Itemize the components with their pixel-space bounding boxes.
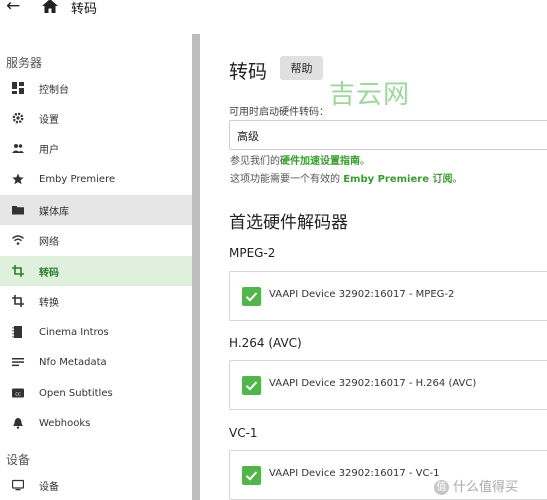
cc-icon: cc [12,387,24,399]
codec-title-mpeg2: MPEG-2 [229,246,276,260]
film-icon [12,326,24,338]
sidebar-item-library[interactable]: 媒体库 [0,195,192,225]
codec-title-h264: H.264 (AVC) [229,336,302,350]
sidebar-item-convert[interactable]: 转换 [0,286,192,316]
sidebar-item-nfo-metadata[interactable]: Nfo Metadata [0,347,192,377]
people-icon [12,142,24,154]
transcode-icon [12,265,24,277]
star-icon [12,173,24,185]
hw-transcode-select[interactable]: 高级 [229,120,547,150]
corner-watermark: 值什么值得买 [434,476,518,495]
sidebar-item-network[interactable]: 网络 [0,225,192,255]
sidebar-item-label: 设置 [39,114,59,126]
sidebar-item-settings[interactable]: 设置 [0,103,192,133]
checkbox-label: VAAPI Device 32902:16017 - MPEG-2 [269,289,455,300]
preferred-decoders-heading: 首选硬件解码器 [229,213,348,233]
checkbox-vc1[interactable] [242,466,261,485]
page-title: 转码 [229,61,268,83]
check-icon [245,381,258,391]
helper-text-guide: 参见我们的硬件加速设置指南。 [230,156,370,167]
sidebar-item-emby-premiere[interactable]: Emby Premiere [0,164,192,194]
checkbox-h264[interactable] [242,376,261,395]
sidebar-item-devices[interactable]: 设备 [0,470,192,500]
sidebar-item-label: 媒体库 [39,206,69,218]
checkbox-label: VAAPI Device 32902:16017 - H.264 (AVC) [269,378,477,389]
sidebar-item-open-subtitles[interactable]: cc Open Subtitles [0,378,192,408]
sidebar-scrollbar[interactable] [192,34,200,500]
gear-icon [12,112,24,124]
checkbox-label: VAAPI Device 32902:16017 - VC-1 [269,468,440,479]
app-header: ← 转码 [0,0,547,30]
sidebar-item-cinema-intros[interactable]: Cinema Intros [0,317,192,347]
sidebar-item-label: Cinema Intros [39,326,109,338]
sidebar-item-label: 控制台 [39,84,69,96]
sidebar-item-users[interactable]: 用户 [0,133,192,163]
checkbox-mpeg2[interactable] [242,287,261,306]
watermark: 吉云网 [329,80,411,110]
helper-text-premiere: 这项功能需要一个有效的 Emby Premiere 订阅。 [230,174,463,185]
sidebar-item-label: 网络 [39,236,59,248]
svg-text:cc: cc [15,391,21,397]
sidebar-item-webhooks[interactable]: Webhooks [0,408,192,438]
hw-guide-link[interactable]: 硬件加速设置指南 [280,156,360,167]
back-arrow-icon[interactable]: ← [6,0,20,16]
sidebar-item-label: 转码 [39,267,59,279]
sidebar-item-label: 转换 [39,297,59,309]
sidebar-section-server: 服务器 [6,56,43,70]
sidebar-item-label: 设备 [39,481,59,493]
badge-icon: 值 [434,480,449,495]
main-content: 转码 帮助 吉云网 可用时启动硬件转码： 高级 参见我们的硬件加速设置指南。 这… [200,34,547,500]
sidebar-item-label: Emby Premiere [39,173,116,185]
folder-icon [12,204,24,216]
codec-option-mpeg2: VAAPI Device 32902:16017 - MPEG-2 [229,271,547,321]
check-icon [245,471,258,481]
dashboard-icon [12,82,24,94]
notes-icon [12,356,24,368]
wifi-icon [12,234,24,246]
sidebar-section-devices: 设备 [6,453,31,467]
sidebar: 服务器 控制台 设置 用户 Emby Premiere 媒体库 网络 转码 转换… [0,34,192,500]
bell-icon [12,417,24,429]
sidebar-item-label: Webhooks [39,417,91,429]
hw-transcode-value: 高级 [237,130,259,143]
sidebar-item-label: 用户 [39,144,59,156]
header-title: 转码 [71,2,98,17]
convert-icon [12,295,24,307]
sidebar-item-label: Open Subtitles [39,387,113,399]
help-button[interactable]: 帮助 [280,56,323,80]
device-icon [12,479,24,491]
sidebar-item-label: Nfo Metadata [39,356,107,368]
sidebar-item-transcoding[interactable]: 转码 [0,256,192,286]
codec-option-h264: VAAPI Device 32902:16017 - H.264 (AVC) [229,360,547,410]
hw-transcode-label: 可用时启动硬件转码： [229,107,329,118]
home-icon[interactable] [42,0,58,13]
premiere-link[interactable]: Emby Premiere 订阅 [343,174,452,185]
check-icon [245,292,258,302]
codec-title-vc1: VC-1 [229,426,258,440]
sidebar-item-dashboard[interactable]: 控制台 [0,73,192,103]
